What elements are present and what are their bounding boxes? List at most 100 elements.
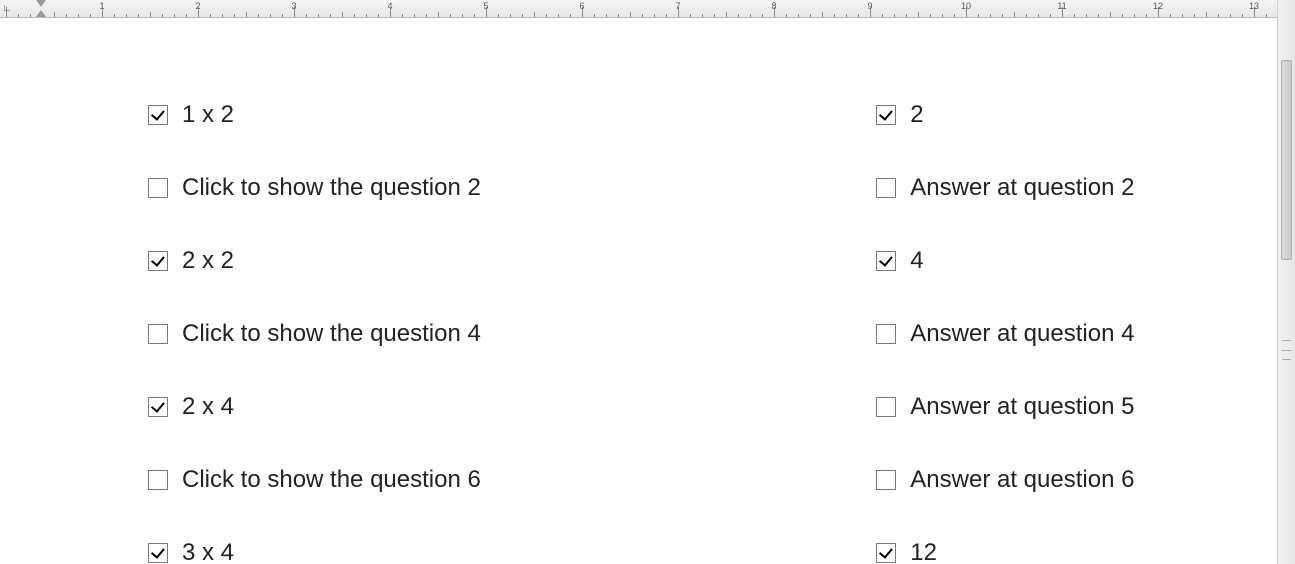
answer-label[interactable]: Answer at question 2 <box>910 174 1134 202</box>
answers-column: 2 Answer at question 2 4 Answer at question… <box>876 78 1275 564</box>
scrollbar-thumb[interactable] <box>1281 60 1292 260</box>
ruler-tick <box>942 14 943 17</box>
ruler-tick <box>726 12 727 17</box>
ruler-tick <box>558 14 559 17</box>
ruler-tick <box>150 12 151 17</box>
ruler-tick <box>462 14 463 17</box>
ruler-hanging-indent-icon[interactable] <box>36 10 46 17</box>
ruler-tick <box>522 14 523 17</box>
ruler-tick <box>1218 14 1219 17</box>
ruler-tick <box>714 14 715 17</box>
ruler-tick <box>1266 14 1267 17</box>
question-checkbox[interactable] <box>148 397 168 417</box>
ruler-tick <box>438 12 439 17</box>
ruler-tick <box>546 14 547 17</box>
ruler-tick <box>6 7 7 17</box>
ruler-tick <box>1206 12 1207 17</box>
ruler-tick <box>954 14 955 17</box>
ruler-tick <box>234 14 235 17</box>
ruler-tick <box>186 14 187 17</box>
vertical-scrollbar[interactable] <box>1277 0 1295 564</box>
ruler-tick <box>762 14 763 17</box>
ruler-tick <box>738 14 739 17</box>
answer-checkbox[interactable] <box>876 178 896 198</box>
ruler-tick <box>678 7 679 17</box>
ruler-tick <box>402 14 403 17</box>
ruler-tick <box>666 14 667 17</box>
question-checkbox[interactable] <box>148 178 168 198</box>
answer-checkbox[interactable] <box>876 397 896 417</box>
ruler-tick <box>930 14 931 17</box>
ruler-tick <box>510 14 511 17</box>
question-label[interactable]: Click to show the question 4 <box>182 320 481 348</box>
ruler-tick <box>66 14 67 17</box>
ruler-tick <box>654 14 655 17</box>
ruler-tick <box>498 14 499 17</box>
ruler-tick <box>1038 14 1039 17</box>
question-checkbox[interactable] <box>148 543 168 563</box>
question-row: Click to show the question 4 <box>148 297 666 370</box>
answer-label[interactable]: Answer at question 4 <box>910 320 1134 348</box>
question-checkbox[interactable] <box>148 324 168 344</box>
question-row: 2 x 2 <box>148 224 666 297</box>
ruler-tick <box>822 12 823 17</box>
ruler-tick <box>114 14 115 17</box>
answer-checkbox[interactable] <box>876 470 896 490</box>
answer-checkbox[interactable] <box>876 543 896 563</box>
answer-label[interactable]: 4 <box>910 247 923 275</box>
question-checkbox[interactable] <box>148 105 168 125</box>
ruler-tick <box>846 14 847 17</box>
document-page[interactable]: 1 x 2 Click to show the question 2 2 x 2 Cl… <box>0 18 1275 564</box>
ruler-tick <box>222 14 223 17</box>
ruler-tick <box>642 14 643 17</box>
question-label[interactable]: Click to show the question 2 <box>182 174 481 202</box>
question-checkbox[interactable] <box>148 470 168 490</box>
ruler-tick <box>534 12 535 17</box>
ruler-tick <box>474 14 475 17</box>
question-label[interactable]: 3 x 4 <box>182 539 234 564</box>
ruler-tick <box>90 14 91 17</box>
ruler-tick <box>378 14 379 17</box>
answer-row: Answer at question 5 <box>876 370 1275 443</box>
ruler-tick <box>54 12 55 17</box>
ruler-tick <box>102 7 103 17</box>
scrollbar-grip-icon <box>1282 340 1291 360</box>
ruler-tick <box>354 14 355 17</box>
answer-checkbox[interactable] <box>876 251 896 271</box>
ruler-tick <box>1074 14 1075 17</box>
ruler-tick <box>594 14 595 17</box>
ruler-tick <box>486 7 487 17</box>
question-label[interactable]: Click to show the question 6 <box>182 466 481 494</box>
ruler-tick <box>1158 7 1159 17</box>
question-label[interactable]: 1 x 2 <box>182 101 234 129</box>
ruler-tick <box>318 14 319 17</box>
ruler-tick <box>774 7 775 17</box>
ruler-tick <box>606 14 607 17</box>
ruler-tick <box>198 7 199 17</box>
ruler-tick <box>1050 14 1051 17</box>
ruler-tick <box>1098 14 1099 17</box>
ruler-tick <box>1134 14 1135 17</box>
ruler-tick <box>1146 14 1147 17</box>
question-checkbox[interactable] <box>148 251 168 271</box>
ruler-first-line-indent-icon[interactable] <box>36 0 46 7</box>
question-row: 1 x 2 <box>148 78 666 151</box>
question-row: 2 x 4 <box>148 370 666 443</box>
ruler-tick <box>810 14 811 17</box>
answer-checkbox[interactable] <box>876 105 896 125</box>
question-label[interactable]: 2 x 2 <box>182 247 234 275</box>
ruler-tick <box>78 14 79 17</box>
answer-row: Answer at question 6 <box>876 443 1275 516</box>
answer-label[interactable]: Answer at question 6 <box>910 466 1134 494</box>
answer-label[interactable]: 2 <box>910 101 923 129</box>
ruler-tick <box>750 14 751 17</box>
question-label[interactable]: 2 x 4 <box>182 393 234 421</box>
answer-label[interactable]: Answer at question 5 <box>910 393 1134 421</box>
ruler-tick <box>978 14 979 17</box>
ruler-tick <box>282 14 283 17</box>
answer-row: 2 <box>876 78 1275 151</box>
question-row: Click to show the question 6 <box>148 443 666 516</box>
answer-label[interactable]: 12 <box>910 539 937 564</box>
horizontal-ruler[interactable]: ∟ 1234567891011121314 <box>0 0 1295 18</box>
answer-checkbox[interactable] <box>876 324 896 344</box>
